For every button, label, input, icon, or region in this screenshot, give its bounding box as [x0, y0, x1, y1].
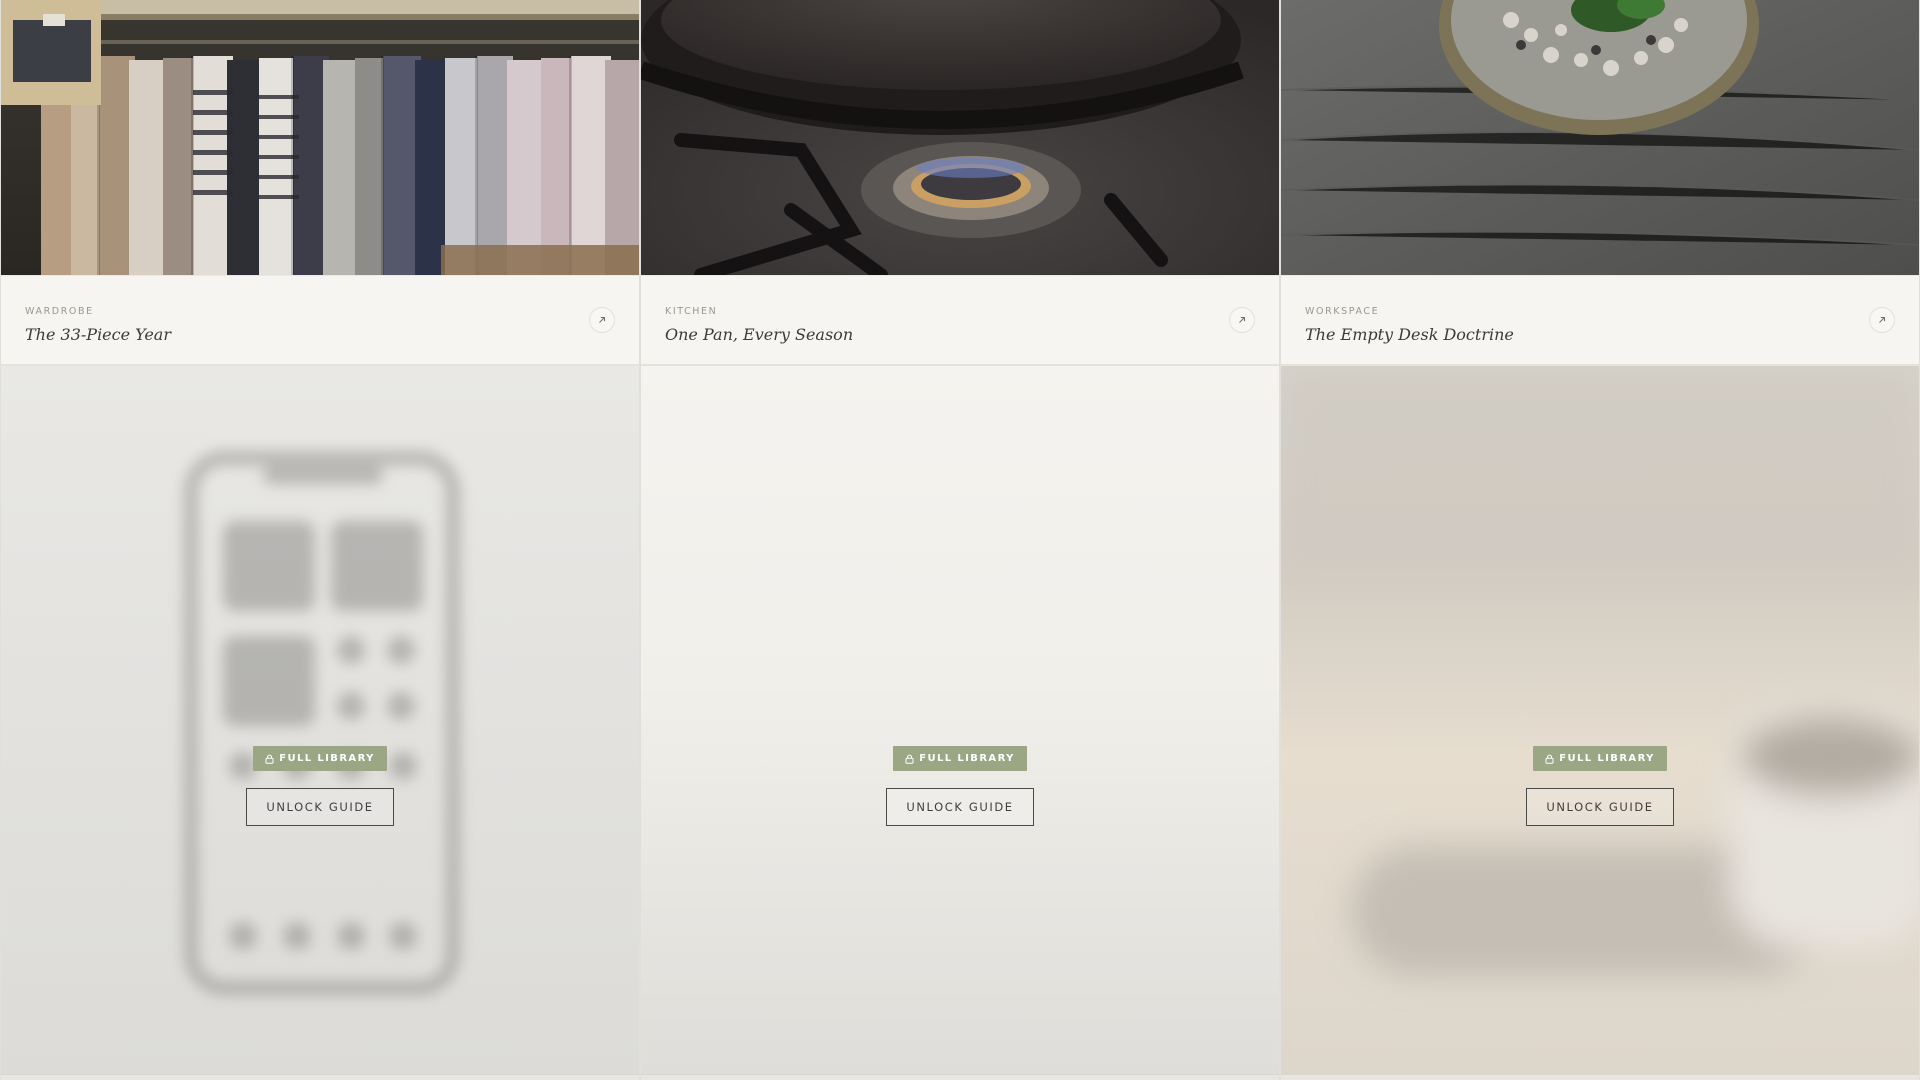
- unlock-guide-button[interactable]: UNLOCK GUIDE: [1526, 788, 1674, 826]
- arrow-up-right-icon: [1879, 317, 1885, 323]
- guide-title[interactable]: One Pan, Every Season: [665, 325, 1255, 344]
- open-guide-button[interactable]: [1229, 307, 1255, 333]
- guide-caption: WARDROBE The 33-Piece Year: [1, 275, 639, 366]
- lock-icon: [1545, 754, 1554, 764]
- lock-icon: [905, 754, 914, 764]
- guide-category: WORKSPACE: [1305, 306, 1380, 317]
- locked-guide-card[interactable]: FULL LIBRARY UNLOCK GUIDE: [641, 366, 1279, 1074]
- guide-category: KITCHEN: [665, 306, 718, 317]
- locked-guide-card[interactable]: FULL LIBRARY UNLOCK GUIDE: [1281, 366, 1919, 1074]
- next-row-edge: [641, 1074, 1279, 1080]
- guide-caption: KITCHEN One Pan, Every Season: [641, 275, 1279, 366]
- guide-card-kitchen[interactable]: KITCHEN One Pan, Every Season: [641, 0, 1279, 366]
- blurred-desk-mug-preview: [1281, 366, 1919, 1074]
- blurred-blank-preview: [641, 366, 1279, 1074]
- locked-guide-card[interactable]: FULL LIBRARY UNLOCK GUIDE: [1, 366, 639, 1074]
- cast-iron-pan-photo: [641, 0, 1279, 275]
- badge-label: FULL LIBRARY: [919, 753, 1015, 764]
- lock-overlay: FULL LIBRARY UNLOCK GUIDE: [1281, 746, 1919, 826]
- lock-overlay: FULL LIBRARY UNLOCK GUIDE: [1, 746, 639, 826]
- unlock-guide-button[interactable]: UNLOCK GUIDE: [246, 788, 394, 826]
- open-guide-button[interactable]: [589, 307, 615, 333]
- lock-overlay: FULL LIBRARY UNLOCK GUIDE: [641, 746, 1279, 826]
- full-library-badge: FULL LIBRARY: [893, 746, 1027, 771]
- full-library-badge: FULL LIBRARY: [1533, 746, 1667, 771]
- badge-label: FULL LIBRARY: [1559, 753, 1655, 764]
- unlock-guide-button[interactable]: UNLOCK GUIDE: [886, 788, 1034, 826]
- guide-grid: WARDROBE The 33-Piece Year KITCHEN One P…: [0, 0, 1920, 1080]
- next-row-edge: [1, 1074, 639, 1080]
- blurred-phone-preview: [1, 366, 639, 1074]
- lock-icon: [265, 754, 274, 764]
- guide-title[interactable]: The Empty Desk Doctrine: [1305, 325, 1895, 344]
- guide-title[interactable]: The 33-Piece Year: [25, 325, 615, 344]
- guide-library-page: WARDROBE The 33-Piece Year KITCHEN One P…: [0, 0, 1920, 1080]
- guide-category: WARDROBE: [25, 306, 94, 317]
- next-row-edge: [1281, 1074, 1919, 1080]
- guide-caption: WORKSPACE The Empty Desk Doctrine: [1281, 275, 1919, 366]
- open-guide-button[interactable]: [1869, 307, 1895, 333]
- arrow-up-right-icon: [1239, 317, 1245, 323]
- full-library-badge: FULL LIBRARY: [253, 746, 387, 771]
- terrarium-desk-photo: [1281, 0, 1919, 275]
- clothing-rack-photo: [1, 0, 639, 275]
- badge-label: FULL LIBRARY: [279, 753, 375, 764]
- guide-card-wardrobe[interactable]: WARDROBE The 33-Piece Year: [1, 0, 639, 366]
- arrow-up-right-icon: [599, 317, 605, 323]
- guide-card-workspace[interactable]: WORKSPACE The Empty Desk Doctrine: [1281, 0, 1919, 366]
